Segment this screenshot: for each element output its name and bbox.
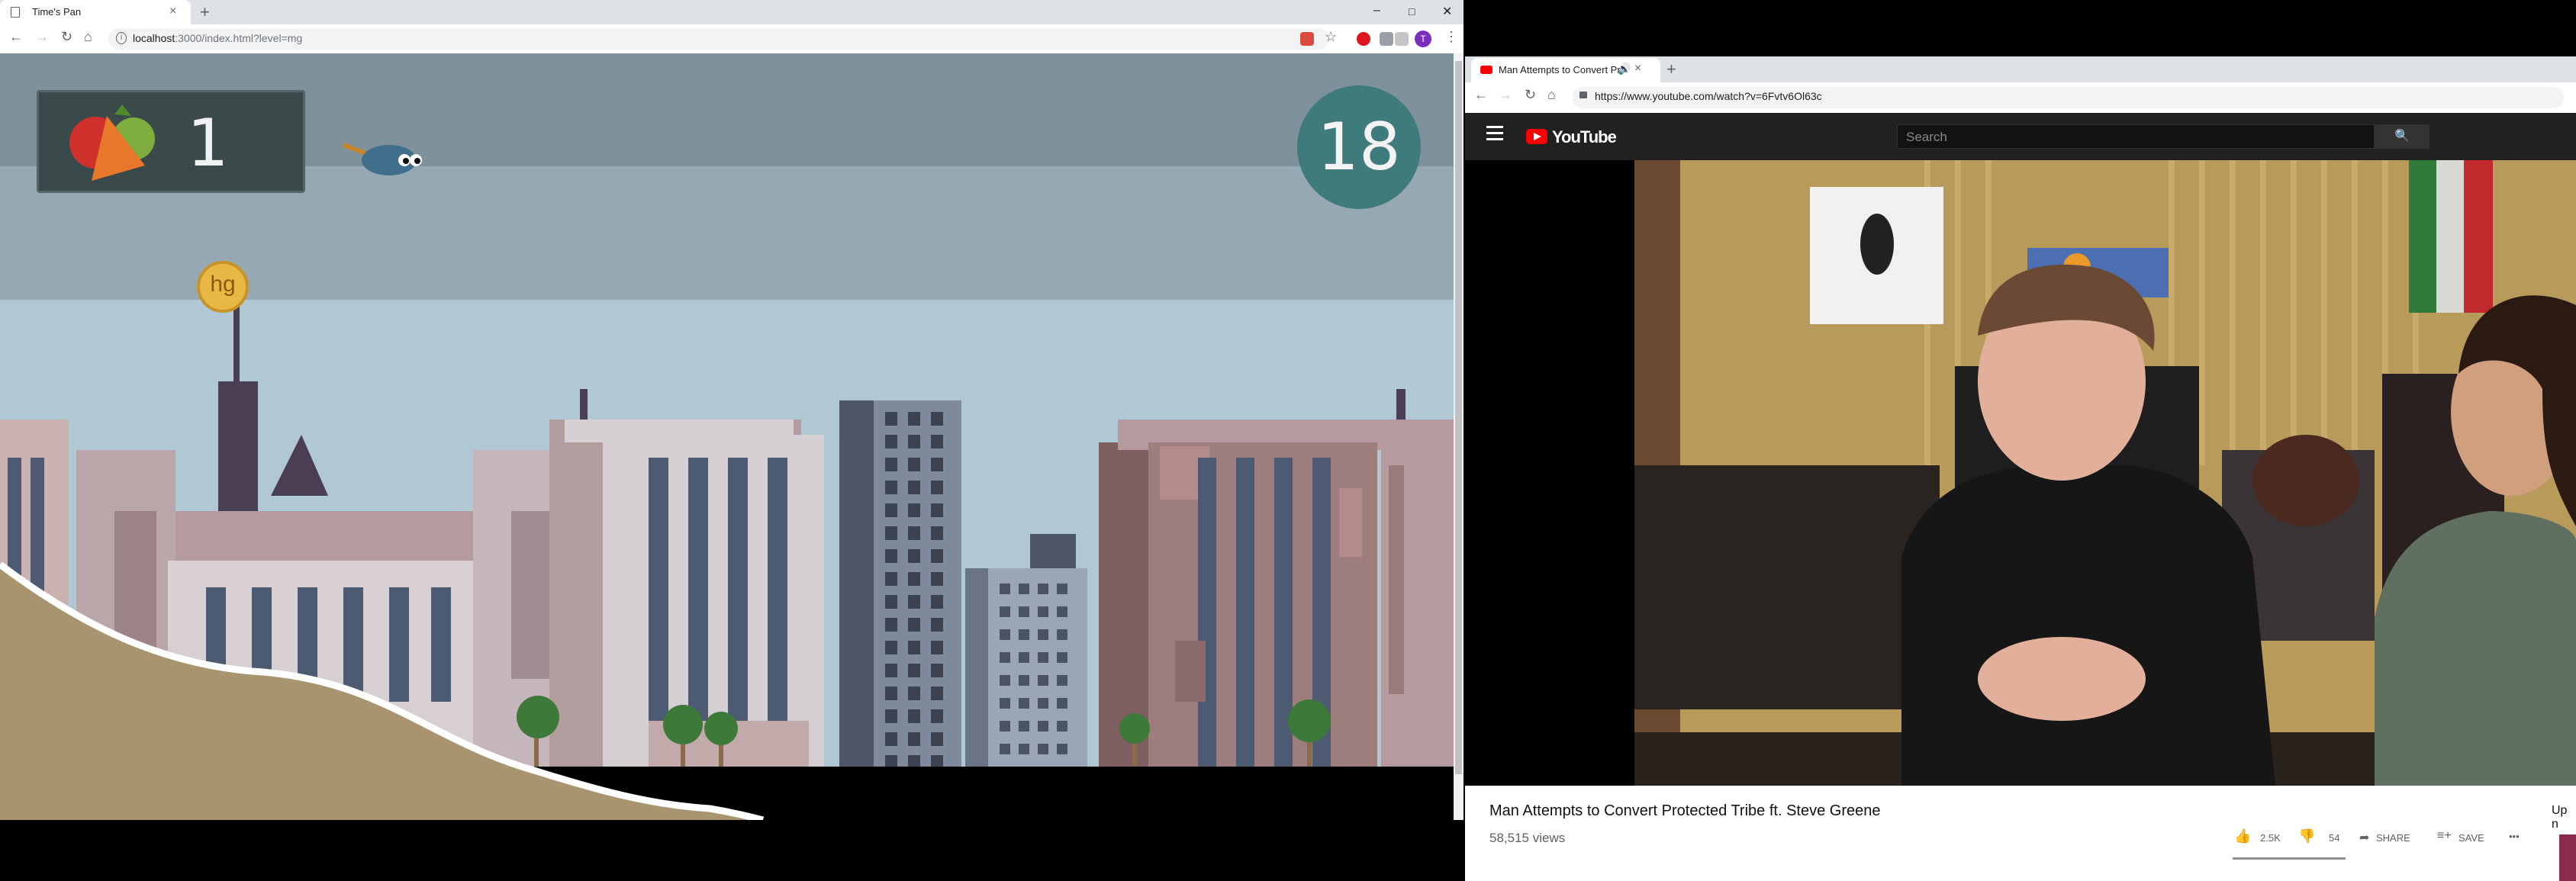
extension-icon[interactable] (1300, 32, 1314, 46)
forward-icon[interactable]: → (1499, 87, 1512, 103)
up-next-thumbnail[interactable] (2559, 834, 2576, 881)
reload-icon[interactable]: ↻ (1525, 87, 1536, 103)
tab-strip (0, 0, 1463, 24)
video-frame (1634, 160, 2576, 786)
reload-icon[interactable]: ↻ (61, 29, 72, 45)
right-browser-window: Man Attempts to Convert Pr 🔊 × + ← → ↻ ⌂… (1465, 56, 2576, 881)
score-counter: 1 (187, 105, 229, 182)
view-count: 58,515 views (1489, 831, 1566, 845)
opera-extension-icon[interactable] (1357, 32, 1370, 46)
dislike-count[interactable]: 54 (2329, 832, 2339, 844)
video-player[interactable] (1634, 160, 2576, 786)
new-tab-button[interactable]: + (1666, 59, 1676, 79)
back-icon[interactable]: ← (1474, 87, 1488, 103)
bookmark-star-icon[interactable]: ☆ (1325, 29, 1337, 45)
url-text[interactable]: localhost:3000/index.html?level=mg (133, 32, 302, 44)
player-letterbox (1465, 160, 1634, 786)
tab-title: Time's Pan (32, 6, 82, 18)
extension-icon[interactable] (1380, 32, 1393, 46)
close-tab-icon[interactable]: × (1634, 62, 1641, 76)
tab-times-pan[interactable]: Time's Pan × (0, 0, 191, 24)
info-icon[interactable]: i (116, 32, 127, 44)
hamburger-menu-icon[interactable] (1486, 126, 1503, 144)
vegetables-icon (69, 104, 155, 181)
audio-playing-icon[interactable]: 🔊 (1618, 63, 1631, 76)
like-ratio-bar (2233, 857, 2346, 860)
add-to-playlist-icon[interactable]: ≡+ (2437, 829, 2452, 843)
back-icon[interactable]: ← (9, 29, 23, 45)
close-window-button[interactable]: ✕ (1442, 4, 1452, 19)
forward-icon[interactable]: → (35, 29, 49, 45)
url-text[interactable]: https://www.youtube.com/watch?v=6Fvtv6Ol… (1595, 90, 1822, 102)
scrollbar-thumb[interactable] (1455, 61, 1462, 774)
game-canvas[interactable]: 1 18 hg (0, 53, 1454, 820)
search-input[interactable] (1897, 124, 2375, 149)
up-next-label: Up n (2552, 804, 2568, 831)
menu-icon[interactable]: ⋮ (1444, 29, 1458, 45)
extension-icon[interactable] (1395, 32, 1409, 46)
search-icon[interactable]: 🔍 (2375, 124, 2429, 149)
new-tab-button[interactable]: + (200, 2, 210, 22)
close-tab-icon[interactable]: × (169, 5, 176, 18)
share-icon[interactable]: ➦ (2359, 830, 2369, 845)
thumbs-down-icon[interactable]: 👎 (2298, 828, 2315, 844)
minimize-button[interactable]: – (1373, 4, 1380, 18)
save-button[interactable]: SAVE (2458, 832, 2484, 844)
page-icon (11, 7, 20, 18)
left-browser-window: Time's Pan × + – □ ✕ ← → ↻ ⌂ i localhost… (0, 0, 1463, 820)
more-actions-button[interactable]: ••• (2509, 831, 2520, 842)
thumbs-up-icon[interactable]: 👍 (2234, 828, 2251, 844)
home-icon[interactable]: ⌂ (1547, 87, 1556, 103)
lock-icon[interactable] (1579, 92, 1587, 98)
coin-pickup: hg (197, 261, 249, 313)
share-button[interactable]: SHARE (2376, 832, 2410, 844)
like-count[interactable]: 2.5K (2260, 832, 2281, 844)
play-triangle-icon (1534, 133, 1541, 140)
home-icon[interactable]: ⌂ (84, 29, 92, 45)
maximize-button[interactable]: □ (1409, 5, 1415, 18)
youtube-logo-text[interactable]: YouTube (1552, 127, 1617, 147)
video-title: Man Attempts to Convert Protected Tribe … (1489, 802, 1881, 819)
youtube-favicon-icon (1480, 66, 1492, 74)
profile-avatar[interactable]: T (1415, 31, 1431, 47)
search-placeholder: Search (1906, 130, 1947, 144)
tab-title: Man Attempts to Convert Pr (1499, 64, 1621, 76)
countdown-timer: 18 (1297, 85, 1421, 209)
